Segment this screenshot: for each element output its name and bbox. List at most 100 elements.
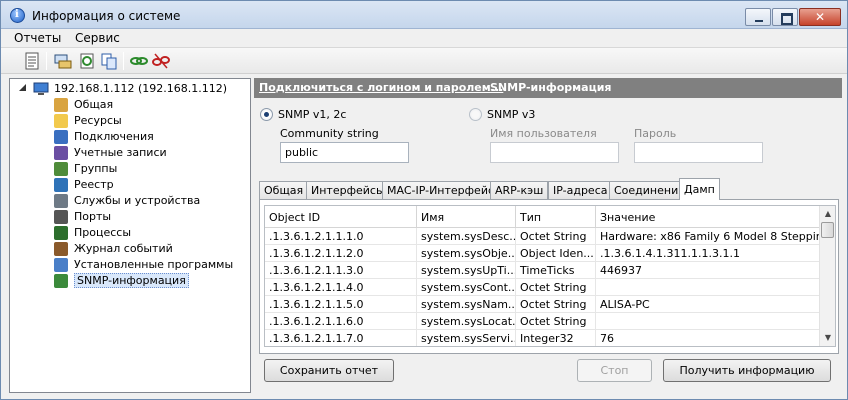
tree-item-label: Порты — [74, 210, 112, 223]
tree-item[interactable]: Установленные программы — [10, 257, 250, 273]
username-label: Имя пользователя — [490, 127, 597, 140]
toolbar — [1, 48, 847, 74]
table-cell: system.sysCont... — [417, 279, 516, 296]
table-row[interactable]: .1.3.6.1.2.1.1.5.0 system.sysNam... Octet … — [265, 296, 821, 313]
password-label: Пароль — [634, 127, 677, 140]
tree-item-label: Процессы — [74, 226, 132, 239]
tree-item[interactable]: SNMP-информация — [10, 273, 250, 289]
table-cell: system.sysUpTi... — [417, 262, 516, 279]
tree-item[interactable]: Процессы — [10, 225, 250, 241]
tree-item[interactable]: Порты — [10, 209, 250, 225]
snmp-v3-radio[interactable] — [469, 108, 482, 121]
tab-mac-ip[interactable]: MAC-IP-Интерфейс — [382, 181, 500, 200]
copy-icon[interactable] — [99, 51, 119, 71]
dump-panel: Object ID Имя Тип Значение .1.3.6.1.2.1.… — [259, 199, 839, 354]
tree-item-label: Реестр — [74, 178, 114, 191]
table-row[interactable]: .1.3.6.1.2.1.1.7.0 system.sysServi... Inte… — [265, 330, 821, 346]
table-cell: .1.3.6.1.2.1.1.2.0 — [265, 245, 417, 262]
stop-button[interactable]: Стоп — [577, 359, 652, 382]
table-cell: .1.3.6.1.2.1.1.3.0 — [265, 262, 417, 279]
menu-reports[interactable]: Отчеты — [14, 31, 61, 45]
gears-icon — [54, 194, 68, 208]
table-row[interactable]: .1.3.6.1.2.1.1.2.0 system.sysObje... Objec… — [265, 245, 821, 262]
maximize-button[interactable] — [772, 8, 798, 26]
table-row[interactable]: .1.3.6.1.2.1.1.6.0 system.sysLocat... Octe… — [265, 313, 821, 330]
panel-header: Подключиться с логином и паролем... SNMP… — [254, 78, 842, 98]
save-report-button[interactable]: Сохранить отчет — [264, 359, 394, 382]
table-cell: Octet String — [516, 279, 596, 296]
scroll-thumb[interactable] — [821, 222, 834, 238]
table-cell: TimeTicks — [516, 262, 596, 279]
tab-arp[interactable]: ARP-кэш — [490, 181, 549, 200]
menu-service[interactable]: Сервис — [75, 31, 120, 45]
table-cell: .1.3.6.1.4.1.311.1.1.3.1.1 — [596, 245, 821, 262]
computer-icon — [33, 82, 49, 95]
tree-item[interactable]: Реестр — [10, 177, 250, 193]
snmp-v1-radio[interactable] — [260, 108, 273, 121]
snmp-v1-label: SNMP v1, 2c — [278, 108, 347, 121]
get-info-button[interactable]: Получить информацию — [663, 359, 831, 382]
table-cell: .1.3.6.1.2.1.1.4.0 — [265, 279, 417, 296]
tree-item-label: Общая — [74, 98, 114, 111]
table-cell: .1.3.6.1.2.1.1.7.0 — [265, 330, 417, 346]
tab-dump[interactable]: Дамп — [679, 178, 720, 200]
table-row[interactable]: .1.3.6.1.2.1.1.3.0 system.sysUpTi... TimeT… — [265, 262, 821, 279]
report-icon[interactable] — [22, 51, 42, 71]
title-bar: Информация о системе — [1, 1, 847, 29]
tree-item[interactable]: Журнал событий — [10, 241, 250, 257]
column-header-oid[interactable]: Object ID — [265, 206, 417, 228]
expand-arrow-icon[interactable] — [18, 84, 27, 93]
refresh-icon[interactable] — [77, 51, 97, 71]
network-icon[interactable] — [53, 51, 73, 71]
tree-item-label: Службы и устройства — [74, 194, 201, 207]
connect-icon[interactable] — [129, 51, 149, 71]
tree-item[interactable]: Учетные записи — [10, 145, 250, 161]
table-cell: .1.3.6.1.2.1.1.1.0 — [265, 228, 417, 245]
table-cell: Octet String — [516, 313, 596, 330]
tab-ip-addresses[interactable]: IP-адреса — [548, 181, 613, 200]
tree-item-label: Учетные записи — [74, 146, 167, 159]
table-cell: system.sysDesc... — [417, 228, 516, 245]
tree-item[interactable]: Службы и устройства — [10, 193, 250, 209]
community-label: Community string — [280, 127, 379, 140]
tab-interfaces[interactable]: Интерфейсы — [306, 181, 390, 200]
process-icon — [54, 226, 68, 240]
tree-item[interactable]: Группы — [10, 161, 250, 177]
column-header-value[interactable]: Значение — [596, 206, 821, 228]
community-input[interactable]: public — [280, 142, 409, 163]
column-header-type[interactable]: Тип — [516, 206, 596, 228]
table-row[interactable]: .1.3.6.1.2.1.1.4.0 system.sysCont... Octet… — [265, 279, 821, 296]
login-link[interactable]: Подключиться с логином и паролем... — [259, 81, 503, 94]
disconnect-icon[interactable] — [151, 51, 171, 71]
user-icon — [54, 146, 68, 160]
table-cell: Octet String — [516, 296, 596, 313]
tree-item[interactable]: Подключения — [10, 129, 250, 145]
scroll-down-icon[interactable]: ▼ — [820, 330, 835, 346]
connections-icon — [54, 130, 68, 144]
table-cell — [596, 313, 821, 330]
minimize-button[interactable] — [745, 8, 771, 26]
table-cell: 446937 — [596, 262, 821, 279]
table-row[interactable]: .1.3.6.1.2.1.1.1.0 system.sysDesc... Octet… — [265, 228, 821, 245]
table-cell: Object Iden... — [516, 245, 596, 262]
port-icon — [54, 210, 68, 224]
app-info-icon — [10, 8, 25, 23]
tree-item[interactable]: Общая — [10, 97, 250, 113]
snmp-icon — [54, 274, 68, 288]
table-cell: 76 — [596, 330, 821, 346]
password-input[interactable] — [634, 142, 763, 163]
column-header-name[interactable]: Имя — [417, 206, 516, 228]
username-input[interactable] — [490, 142, 619, 163]
vertical-scrollbar[interactable]: ▲ ▼ — [819, 206, 835, 346]
table-cell: Hardware: x86 Family 6 Model 8 Stepping … — [596, 228, 821, 245]
tab-connections[interactable]: Соединения — [609, 181, 690, 200]
scroll-up-icon[interactable]: ▲ — [820, 206, 835, 222]
tree-item[interactable]: Ресурсы — [10, 113, 250, 129]
table-cell: system.sysNam... — [417, 296, 516, 313]
tree-item-label: Подключения — [74, 130, 154, 143]
table-cell — [596, 279, 821, 296]
close-button[interactable] — [799, 8, 841, 26]
tree-root[interactable]: 192.168.1.112 (192.168.1.112) — [10, 81, 250, 97]
tab-general[interactable]: Общая — [259, 181, 309, 200]
panel-title: SNMP-информация — [490, 81, 612, 94]
